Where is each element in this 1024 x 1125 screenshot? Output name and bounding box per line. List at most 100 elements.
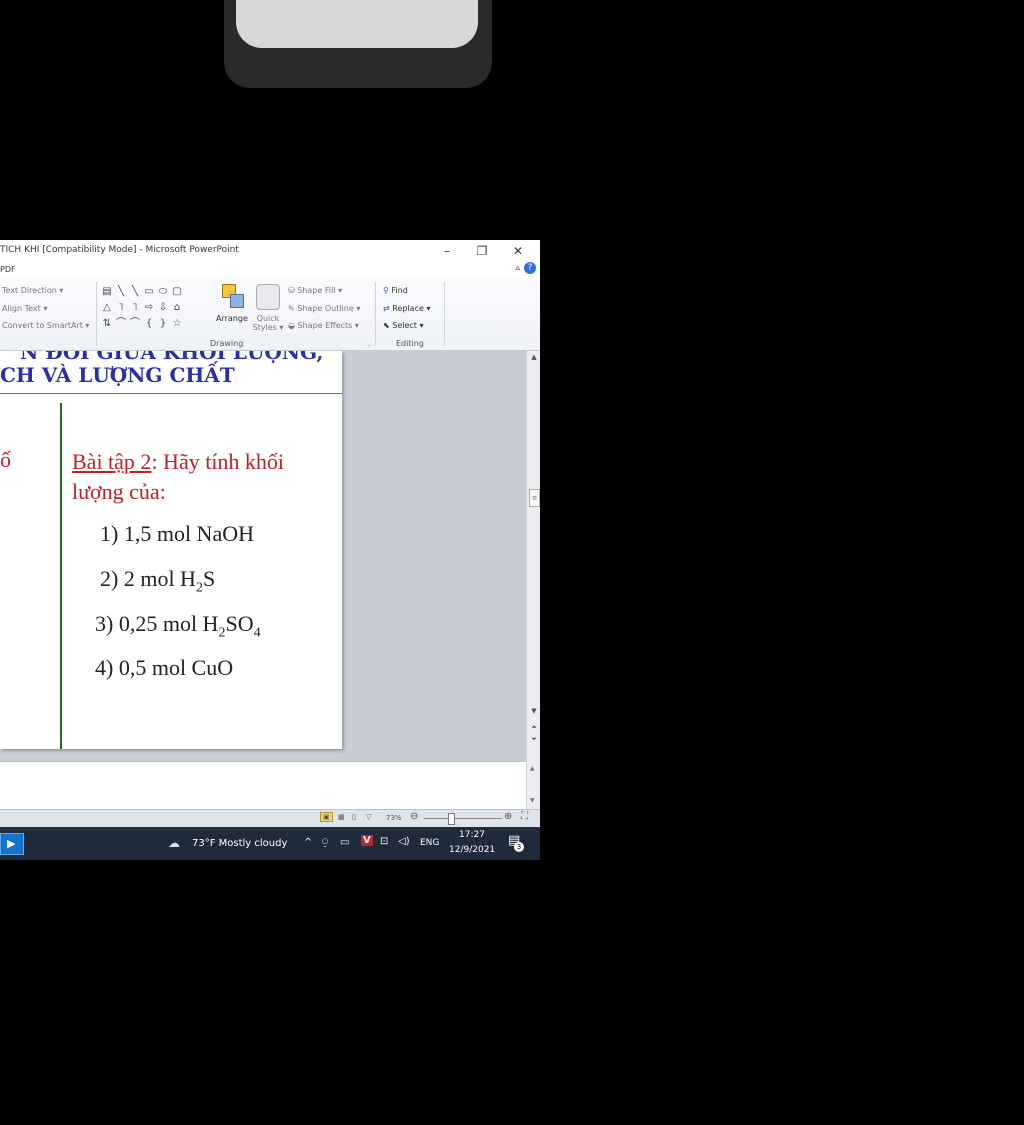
rectangle-shape-icon[interactable]: ▭	[142, 284, 156, 300]
normal-view-icon[interactable]: ▣	[320, 812, 333, 822]
vertical-scrollbar[interactable]: ▲ ≡ ▼ ⏶ ⏷	[526, 351, 540, 761]
zoom-level[interactable]: 73%	[386, 814, 402, 822]
binoculars-icon: ⚲	[383, 286, 389, 295]
phone-pill	[236, 0, 478, 48]
curve-shape-icon[interactable]: ⌒	[128, 316, 142, 332]
slideshow-icon[interactable]: ▽	[366, 813, 371, 821]
zoom-slider-track[interactable]	[424, 818, 502, 819]
slide-sorter-icon[interactable]: ▦	[338, 813, 345, 821]
arrange-label: Arrange	[216, 314, 248, 323]
replace-button[interactable]: ⇄ Replace ▾	[383, 304, 430, 313]
exercise-heading: Bài tập 2: Hãy tính khối lượng của:	[72, 447, 334, 507]
brace-shape-icon[interactable]: }	[156, 316, 170, 332]
exercise-label: Bài tập 2	[72, 449, 152, 474]
volume-icon[interactable]: ◁)	[398, 836, 410, 847]
restore-button[interactable]: ❐	[467, 242, 497, 260]
cursor-icon: ⬉	[383, 321, 390, 330]
zoom-in-icon[interactable]: ⊕	[504, 811, 512, 822]
paint-bucket-icon: ⛁	[288, 286, 295, 295]
shape-outline-button[interactable]: ✎ Shape Outline ▾	[288, 304, 360, 313]
effects-icon: ◒	[288, 321, 295, 330]
vpn-icon[interactable]: V	[361, 835, 373, 846]
star-shape-icon[interactable]: ☆	[170, 316, 184, 332]
clock-date[interactable]: 12/9/2021	[449, 845, 495, 855]
status-bar: ▣ ▦ ▯ ▽ 73% ⊖ ⊕ ⛶	[0, 809, 540, 828]
shape-fill-button[interactable]: ⛁ Shape Fill ▾	[288, 286, 342, 295]
connector-shape-icon[interactable]: ˥	[114, 300, 128, 316]
scroll-up-icon[interactable]: ▲	[527, 353, 540, 361]
curve-shape-icon[interactable]: ⌒	[114, 316, 128, 332]
notification-icon[interactable]: ▤ 3	[508, 833, 524, 852]
help-icon[interactable]: ?	[524, 262, 536, 274]
arrange-button[interactable]: Arrange	[216, 284, 248, 326]
drawing-group-label: Drawing	[210, 339, 244, 348]
find-button[interactable]: ⚲ Find	[383, 286, 408, 295]
notes-scroll-down-icon[interactable]: ▼	[530, 797, 535, 804]
zoom-slider-thumb[interactable]	[448, 813, 455, 825]
title-bar: TICH KHI [Compatibility Mode] - Microsof…	[0, 240, 540, 260]
freeform-shape-icon[interactable]: ⇅	[100, 316, 114, 332]
shape-effects-button[interactable]: ◒ Shape Effects ▾	[288, 321, 359, 330]
previous-slide-icon[interactable]: ⏶	[527, 723, 540, 732]
language-indicator[interactable]: ENG	[420, 838, 439, 848]
arrow-right-shape-icon[interactable]: ⇨	[142, 300, 156, 316]
shapes-gallery[interactable]: ▤ ╲ ╲ ▭ ⬭ ▢ △ ˥ ˥ ⇨ ⇩ ⌂ ⇅ ⌒ ⌒{} ☆	[100, 284, 210, 332]
left-column-text: ố	[0, 447, 11, 472]
fit-to-window-icon[interactable]: ⛶	[521, 811, 528, 822]
triangle-shape-icon[interactable]: △	[100, 300, 114, 316]
text-direction-button[interactable]: Text Direction ▾	[2, 286, 63, 295]
dialog-launcher-icon[interactable]: ⌟	[367, 341, 370, 348]
network-icon[interactable]: ⊡	[380, 836, 388, 847]
exercise-item-1: 1) 1,5 mol NaOH	[100, 521, 254, 546]
tab-pdf[interactable]: PDF	[0, 265, 16, 274]
rounded-rect-shape-icon[interactable]: ▢	[170, 284, 184, 300]
notification-badge: 3	[514, 842, 524, 852]
quick-styles-button[interactable]: Quick Styles ▾	[252, 284, 284, 332]
weather-widget[interactable]: 73°F Mostly cloudy	[192, 838, 287, 849]
ribbon: Text Direction ▾ Align Text ▾ Convert to…	[0, 278, 540, 351]
scroll-down-icon[interactable]: ▼	[527, 707, 540, 715]
battery-icon[interactable]: ▭	[340, 837, 349, 848]
editing-group-label: Editing	[396, 339, 424, 348]
app-taskbar-icon[interactable]: ▶	[0, 833, 24, 855]
reading-view-icon[interactable]: ▯	[352, 813, 356, 821]
notes-scrollbar[interactable]: ▲ ▼	[526, 761, 540, 809]
line-shape-icon[interactable]: ╲	[114, 284, 128, 300]
slide-title-line2: CH VÀ LƯỢNG CHẤT	[0, 363, 235, 387]
exercise-item-3: 3) 0,25 mol H2SO4	[95, 611, 261, 641]
line-shape-icon[interactable]: ╲	[128, 284, 142, 300]
scroll-thumb[interactable]: ≡	[529, 489, 540, 507]
notes-pane[interactable]	[0, 761, 526, 810]
oval-shape-icon[interactable]: ⬭	[156, 284, 170, 300]
minimize-button[interactable]: –	[432, 242, 462, 260]
ribbon-minimize-icon[interactable]: ▵	[515, 263, 520, 273]
next-slide-icon[interactable]: ⏷	[527, 735, 540, 744]
quick-styles-label: Quick Styles ▾	[252, 314, 284, 332]
connector-shape-icon[interactable]: ˥	[128, 300, 142, 316]
zoom-out-icon[interactable]: ⊖	[410, 811, 418, 822]
flowchart-shape-icon[interactable]: ⌂	[170, 300, 184, 316]
exercise-item-4: 4) 0,5 mol CuO	[95, 655, 234, 680]
clock-time[interactable]: 17:27	[459, 830, 485, 840]
powerpoint-window: TICH KHI [Compatibility Mode] - Microsof…	[0, 240, 540, 860]
slide-editing-area[interactable]: N ĐỔI GIỮA KHỐI LƯỢNG, CH VÀ LƯỢNG CHẤT …	[0, 351, 526, 761]
brace-shape-icon[interactable]: {	[142, 316, 156, 332]
windows-taskbar: ▶ ☁ 73°F Mostly cloudy ^ ⍜ ▭ V ⊡ ◁) ENG …	[0, 827, 540, 860]
tray-app-icon[interactable]: ⍜	[322, 837, 328, 848]
replace-icon: ⇄	[383, 304, 390, 313]
align-text-button[interactable]: Align Text ▾	[2, 304, 47, 313]
window-title: TICH KHI [Compatibility Mode] - Microsof…	[0, 245, 239, 255]
title-divider	[0, 393, 342, 394]
column-divider	[60, 403, 62, 749]
notes-scroll-up-icon[interactable]: ▲	[530, 765, 535, 772]
arrow-down-shape-icon[interactable]: ⇩	[156, 300, 170, 316]
close-button[interactable]: ✕	[503, 242, 533, 260]
select-button[interactable]: ⬉ Select ▾	[383, 321, 424, 330]
ribbon-tab-bar: PDF ▵?	[0, 260, 540, 278]
play-icon: ▶	[7, 837, 16, 850]
exercise-item-2: 2) 2 mol H2S	[100, 566, 216, 596]
convert-smartart-button[interactable]: Convert to SmartArt ▾	[2, 321, 89, 330]
textbox-shape-icon[interactable]: ▤	[100, 284, 114, 300]
tray-caret-icon[interactable]: ^	[304, 837, 312, 848]
slide-canvas[interactable]: N ĐỔI GIỮA KHỐI LƯỢNG, CH VÀ LƯỢNG CHẤT …	[0, 351, 342, 749]
